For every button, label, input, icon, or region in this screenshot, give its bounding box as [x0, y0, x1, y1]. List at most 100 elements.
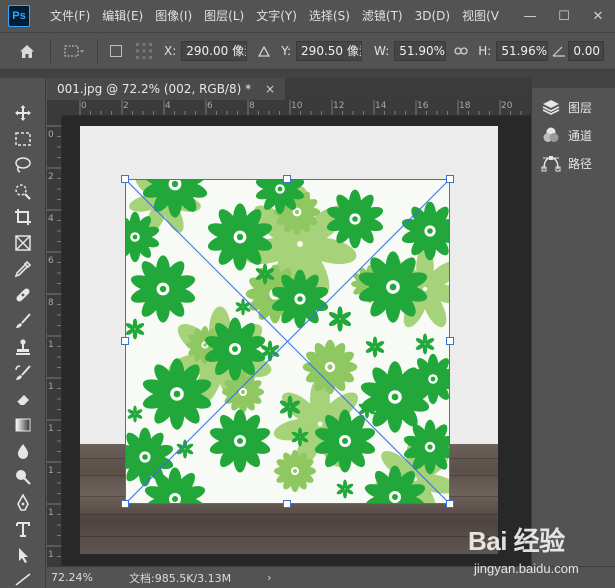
rotate-field[interactable]: 0.00 [568, 41, 605, 61]
tools-panel [0, 78, 46, 588]
w-label: W: [374, 44, 390, 58]
y-position-field[interactable]: 290.50 像素 [296, 41, 363, 61]
marquee-tool-icon[interactable] [10, 128, 36, 150]
ruler-h-label: 4 [165, 101, 171, 111]
ruler-h-label: 20 [501, 101, 513, 111]
panel-paths[interactable]: 路径 [540, 151, 592, 175]
blur-tool-icon[interactable] [10, 440, 36, 462]
triangle-delta-icon[interactable] [253, 45, 275, 57]
y-label: Y: [281, 44, 292, 58]
flower-shape [235, 298, 251, 316]
document-tab[interactable]: 001.jpg @ 72.2% (002, RGB/8) * × [47, 78, 285, 100]
quick-selection-tool-icon[interactable] [10, 180, 36, 202]
brush-tool-icon[interactable] [10, 310, 36, 332]
document-tab-bar: 001.jpg @ 72.2% (002, RGB/8) * × [47, 78, 531, 100]
type-tool-icon[interactable] [10, 518, 36, 540]
ruler-v-label: 2 [48, 172, 54, 182]
zoom-level[interactable]: 72.24% [51, 571, 121, 584]
home-icon[interactable] [12, 44, 42, 59]
reference-point-grid-icon[interactable] [130, 42, 158, 60]
crop-tool-icon[interactable] [10, 206, 36, 228]
menu-edit[interactable]: 编辑(E) [96, 0, 149, 32]
panel-channels[interactable]: 通道 [540, 123, 592, 147]
panel-layers-label: 图层 [568, 100, 593, 115]
ruler-h-label: 18 [459, 101, 471, 111]
ruler-v-label: 1 [48, 508, 54, 518]
x-position-field[interactable]: 290.00 像素 [181, 41, 248, 61]
eraser-tool-icon[interactable] [10, 388, 36, 410]
ruler-h-label: 8 [249, 101, 255, 111]
maximize-button[interactable]: ☐ [547, 0, 581, 32]
flower-shape [336, 479, 354, 499]
menu-view[interactable]: 视图(V [456, 0, 505, 32]
ruler-h-label: 6 [207, 101, 213, 111]
canvas-area[interactable] [62, 116, 531, 566]
link-icon[interactable] [450, 47, 472, 55]
height-field[interactable]: 51.96% [496, 41, 549, 61]
options-separator [97, 39, 98, 63]
pen-tool-icon[interactable] [10, 492, 36, 514]
h-label: H: [478, 44, 492, 58]
move-tool-icon[interactable] [10, 102, 36, 124]
flower-shape [328, 306, 352, 332]
healing-brush-tool-icon[interactable] [10, 284, 36, 306]
photoshop-logo-icon: Ps [8, 5, 30, 27]
window-controls: — ☐ ✕ [513, 0, 615, 32]
dock-collapse-bar[interactable] [532, 78, 615, 88]
menu-select[interactable]: 选择(S) [303, 0, 356, 32]
panel-channels-label: 通道 [568, 128, 593, 143]
menu-file[interactable]: 文件(F) [44, 0, 96, 32]
flower-shape [127, 405, 143, 423]
status-bar: 72.24% 文档:985.5K/3.13M › [47, 566, 615, 588]
width-field[interactable]: 51.90% [394, 41, 447, 61]
tab-close-icon[interactable]: × [265, 82, 275, 96]
transform-tool-icon[interactable] [59, 43, 89, 59]
minimize-button[interactable]: — [513, 0, 547, 32]
menu-layer[interactable]: 图层(L) [198, 0, 250, 32]
history-brush-tool-icon[interactable] [10, 362, 36, 384]
ruler-h-label: 10 [291, 101, 303, 111]
menu-3d[interactable]: 3D(D) [409, 0, 456, 32]
flower-shape [125, 318, 145, 340]
status-menu-arrow-icon[interactable]: › [267, 571, 271, 584]
panel-layers[interactable]: 图层 [540, 95, 592, 119]
ruler-v-label: 1 [48, 424, 54, 434]
gradient-tool-icon[interactable] [10, 414, 36, 436]
ruler-v-label: 4 [48, 214, 54, 224]
close-button[interactable]: ✕ [581, 0, 615, 32]
path-selection-tool-icon[interactable] [10, 544, 36, 566]
flower-shape [125, 427, 174, 487]
paths-icon [540, 153, 562, 173]
flower-shape [176, 439, 194, 459]
menu-type[interactable]: 文字(Y) [250, 0, 303, 32]
right-panel-dock: 图层 通道 路径 [531, 78, 615, 566]
ruler-v-label: 0 [48, 130, 54, 140]
options-separator [50, 39, 51, 63]
flower-pattern-image [125, 179, 450, 504]
flower-shape [415, 333, 435, 355]
menu-image[interactable]: 图像(I) [149, 0, 198, 32]
ruler-v-label: 6 [48, 256, 54, 266]
menu-filter[interactable]: 滤镜(T) [356, 0, 409, 32]
flower-shape [401, 201, 450, 261]
clone-stamp-tool-icon[interactable] [10, 336, 36, 358]
ruler-v-label: 1 [48, 340, 54, 350]
ruler-h-label: 16 [417, 101, 429, 111]
ruler-v-label: 8 [48, 298, 54, 308]
panel-collapse-strip[interactable] [0, 70, 615, 78]
frame-tool-icon[interactable] [10, 232, 36, 254]
flower-pattern-layer[interactable] [125, 179, 450, 504]
dodge-tool-icon[interactable] [10, 466, 36, 488]
ruler-h-label: 12 [333, 101, 345, 111]
ruler-origin[interactable] [47, 100, 62, 116]
lasso-tool-icon[interactable] [10, 154, 36, 176]
horizontal-ruler[interactable]: 0 2 4 6 8 10 12 14 16 18 20 [62, 100, 531, 116]
flower-shape [365, 336, 385, 358]
vertical-ruler[interactable]: 0 2 4 6 8 1 1 1 1 1 1 [47, 116, 62, 566]
reference-point-checkbox[interactable] [110, 45, 122, 57]
channels-icon [540, 125, 562, 145]
shape-tool-icon[interactable] [10, 568, 36, 588]
eyedropper-tool-icon[interactable] [10, 258, 36, 280]
document-size: 文档:985.5K/3.13M [129, 571, 232, 585]
x-label: X: [164, 44, 177, 58]
